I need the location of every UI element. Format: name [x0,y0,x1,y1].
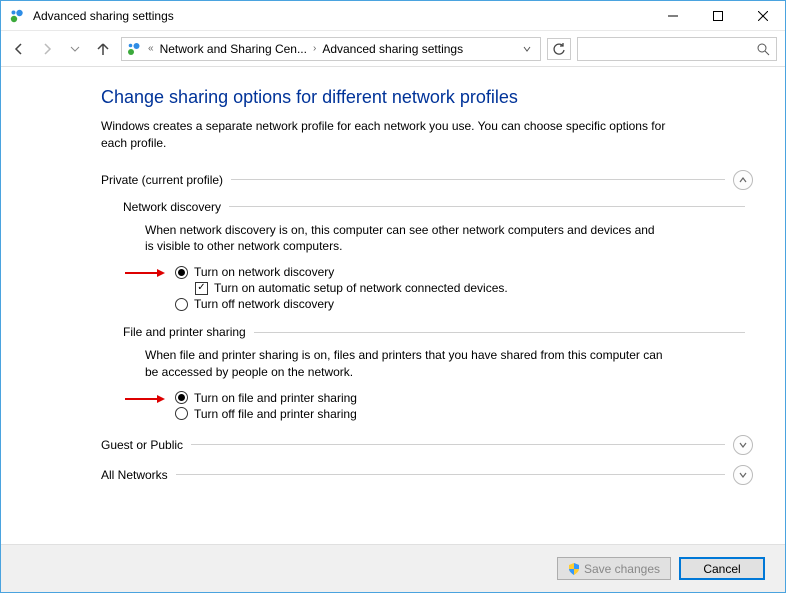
subsection-label: Network discovery [123,200,221,214]
arrow-annotation-icon [123,393,167,405]
footer: Save changes Cancel [1,544,785,592]
chevron-right-icon[interactable]: › [311,43,318,54]
cancel-button[interactable]: Cancel [679,557,765,580]
section-private: Private (current profile) [101,170,753,190]
subsection-file-printer-sharing: File and printer sharing When file and p… [123,325,753,421]
breadcrumb-item[interactable]: Network and Sharing Cen... [160,42,307,56]
close-button[interactable] [740,1,785,31]
checkbox-label: Turn on automatic setup of network conne… [214,281,508,295]
section-label: Guest or Public [101,438,183,452]
app-icon [9,8,25,24]
subsection-network-discovery: Network discovery When network discovery… [123,200,753,312]
back-button[interactable] [9,39,29,59]
subsection-description: When network discovery is on, this compu… [145,222,665,256]
radio-label: Turn on file and printer sharing [194,391,357,405]
radio-icon[interactable] [175,266,188,279]
navbar: « Network and Sharing Cen... › Advanced … [1,31,785,67]
section-guest: Guest or Public [101,435,753,455]
page-title: Change sharing options for different net… [101,87,753,108]
search-icon [756,42,770,56]
save-changes-button[interactable]: Save changes [557,557,671,580]
content-area: Change sharing options for different net… [1,67,785,544]
section-all-networks: All Networks [101,465,753,485]
page-description: Windows creates a separate network profi… [101,118,681,152]
crumb-overflow[interactable]: « [146,43,156,54]
button-label: Save changes [584,562,660,576]
radio-icon[interactable] [175,391,188,404]
radio-icon[interactable] [175,407,188,420]
refresh-button[interactable] [547,38,571,60]
search-input[interactable] [584,42,756,56]
section-label: Private (current profile) [101,173,223,187]
radio-label: Turn off network discovery [194,297,334,311]
expand-button[interactable] [733,465,753,485]
checkbox-auto-setup[interactable]: Turn on automatic setup of network conne… [195,281,753,295]
forward-button[interactable] [37,39,57,59]
expand-button[interactable] [733,435,753,455]
location-icon [126,41,142,57]
radio-discovery-on[interactable]: Turn on network discovery [175,265,753,279]
radio-fps-on[interactable]: Turn on file and printer sharing [175,391,753,405]
divider [254,332,745,333]
address-dropdown[interactable] [518,38,536,60]
breadcrumb-item[interactable]: Advanced sharing settings [322,42,463,56]
divider [231,179,725,180]
checkbox-icon[interactable] [195,282,208,295]
search-box[interactable] [577,37,777,61]
radio-label: Turn on network discovery [194,265,334,279]
radio-discovery-off[interactable]: Turn off network discovery [175,297,753,311]
window: Advanced sharing settings « Network and … [0,0,786,593]
radio-fps-off[interactable]: Turn off file and printer sharing [175,407,753,421]
subsection-label: File and printer sharing [123,325,246,339]
divider [191,444,725,445]
window-title: Advanced sharing settings [33,9,650,23]
address-bar[interactable]: « Network and Sharing Cen... › Advanced … [121,37,541,61]
titlebar: Advanced sharing settings [1,1,785,31]
recent-button[interactable] [65,39,85,59]
subsection-description: When file and printer sharing is on, fil… [145,347,665,381]
radio-label: Turn off file and printer sharing [194,407,357,421]
divider [176,474,725,475]
minimize-button[interactable] [650,1,695,31]
uac-shield-icon [568,563,580,575]
radio-icon[interactable] [175,298,188,311]
collapse-button[interactable] [733,170,753,190]
button-label: Cancel [703,562,740,576]
up-button[interactable] [93,39,113,59]
section-label: All Networks [101,468,168,482]
arrow-annotation-icon [123,267,167,279]
divider [229,206,745,207]
maximize-button[interactable] [695,1,740,31]
